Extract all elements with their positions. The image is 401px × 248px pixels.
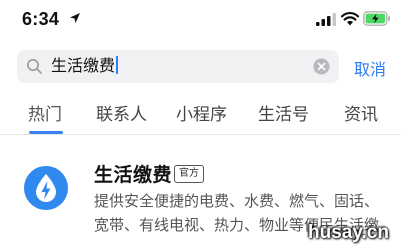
status-time: 6:34 <box>22 9 60 29</box>
result-title: 生活缴费 <box>94 164 173 186</box>
water-drop-lightning-icon <box>24 166 68 210</box>
wifi-icon <box>341 12 359 26</box>
watermark: husay.cn <box>308 222 389 243</box>
battery-charging-icon <box>363 11 390 26</box>
official-badge: 官方 <box>174 165 204 183</box>
tab-life-accounts[interactable]: 生活号 <box>258 100 309 125</box>
tab-hot[interactable]: 热门 <box>28 100 62 125</box>
category-tabs: 热门 联系人 小程序 生活号 资讯 <box>0 90 401 134</box>
tab-news[interactable]: 资讯 <box>344 100 378 125</box>
text-caret <box>116 56 119 74</box>
result-description-line-1: 提供安全便捷的电费、水费、燃气、固话、 <box>94 192 380 210</box>
location-arrow-icon <box>70 13 80 23</box>
status-bar: 6:34 <box>0 0 401 40</box>
search-input-value: 生活缴费 <box>51 56 116 75</box>
search-box[interactable]: 生活缴费 <box>17 50 339 83</box>
divider <box>0 134 401 135</box>
cellular-signal-icon <box>316 13 336 26</box>
search-input[interactable]: 生活缴费 <box>51 55 119 77</box>
search-icon <box>27 59 42 74</box>
tab-contacts[interactable]: 联系人 <box>96 100 147 125</box>
search-row: 生活缴费 取消 <box>0 50 401 84</box>
tab-mini-programs[interactable]: 小程序 <box>176 100 227 125</box>
cancel-button[interactable]: 取消 <box>354 56 386 80</box>
clear-icon[interactable] <box>313 58 330 75</box>
